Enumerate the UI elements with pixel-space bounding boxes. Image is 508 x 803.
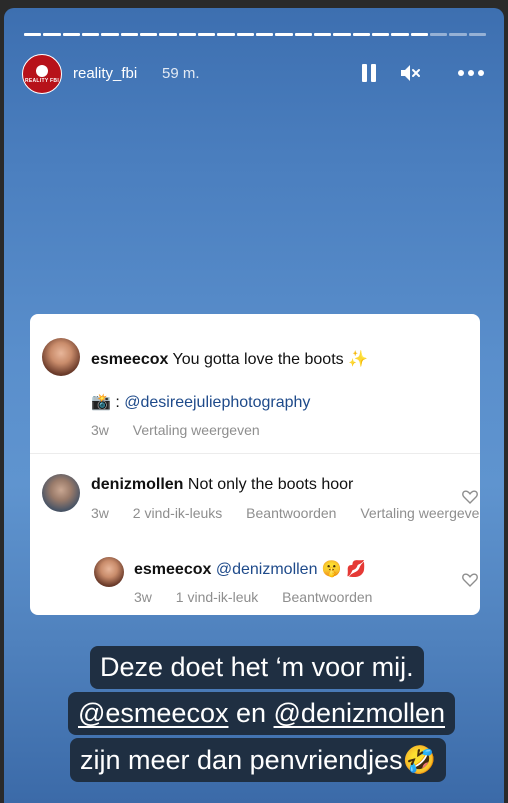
caption-line-3: zijn meer dan penvriendjes🤣: [70, 738, 447, 782]
caption-line-1: Deze doet het ‘m voor mij.: [90, 646, 424, 689]
profile-username[interactable]: reality_fbi: [73, 65, 137, 82]
comments-screenshot-card: esmeecox You gotta love the boots ✨ 📸 : …: [30, 314, 480, 615]
progress-segment: [217, 33, 235, 36]
muted-speaker-icon[interactable]: [400, 64, 422, 82]
progress-segment: [449, 33, 467, 36]
translate-link: Vertaling weergeven: [360, 505, 480, 521]
comment-meta: 3w 2 vind-ik-leuks Beantwoorden Vertalin…: [91, 505, 480, 521]
progress-segment: [24, 33, 42, 36]
progress-segment: [178, 33, 196, 36]
reply-link: Beantwoorden: [282, 589, 373, 605]
reply-line: esmeecox @denizmollen 🤫 💋: [134, 559, 366, 579]
progress-segment: [159, 33, 177, 36]
progress-segment: [468, 33, 486, 36]
progress-segment: [313, 33, 332, 36]
progress-segment: [120, 33, 138, 36]
comment-age: 3w: [134, 589, 152, 605]
comment-age: 3w: [91, 422, 109, 438]
comment-username: denizmollen: [91, 476, 184, 493]
progress-segment: [275, 33, 293, 36]
story-frame: REALITY FBI reality_fbi 59 m. esmeecox Y…: [4, 8, 504, 803]
progress-segment: [352, 33, 370, 36]
caption-text: zijn meer dan penvriendjes🤣: [80, 745, 437, 775]
progress-segment: [294, 33, 312, 36]
progress-segment: [429, 33, 448, 36]
progress-segment: [81, 33, 100, 36]
comment-credit-line: 📸 : @desireejuliephotography: [91, 392, 310, 412]
profile-avatar[interactable]: REALITY FBI: [22, 54, 62, 94]
translate-link: Vertaling weergeven: [132, 422, 260, 438]
progress-segment: [333, 33, 351, 36]
progress-segment: [391, 33, 409, 36]
progress-segment: [197, 33, 216, 36]
photographer-mention: @desireejuliephotography: [124, 394, 311, 411]
comment-text: You gotta love the boots ✨: [172, 351, 369, 368]
like-count: 1 vind-ik-leuk: [175, 589, 259, 605]
caption-line-2: @esmeecox en @denizmollen: [68, 692, 456, 735]
comment-username: esmeecox: [134, 561, 212, 578]
commenter-avatar-esmeecox: [42, 338, 80, 376]
caption-mention-denizmollen[interactable]: @denizmollen: [274, 698, 446, 728]
progress-segment: [410, 33, 428, 36]
avatar-logo-text: REALITY FBI: [24, 77, 60, 84]
heart-icon: [462, 490, 478, 504]
like-count: 2 vind-ik-leuks: [132, 505, 223, 521]
comment-age: 3w: [91, 505, 109, 521]
comment-line: denizmollen Not only the boots hoor: [91, 476, 353, 494]
caption-text: en: [228, 698, 274, 728]
caption-mention-esmeecox[interactable]: @esmeecox: [78, 698, 228, 728]
more-options-icon[interactable]: [458, 64, 486, 82]
pause-icon[interactable]: [362, 64, 376, 82]
post-time: 59 m.: [162, 65, 200, 82]
progress-segment: [101, 33, 119, 36]
comment-divider: [30, 453, 480, 454]
comment-meta: 3w 1 vind-ik-leuk Beantwoorden: [134, 589, 392, 605]
story-header: REALITY FBI reality_fbi 59 m.: [22, 54, 486, 94]
progress-segment: [255, 33, 274, 36]
commenter-avatar-denizmollen: [42, 474, 80, 512]
caption-text: Deze doet het ‘m voor mij.: [100, 652, 414, 682]
comment-username: esmeecox: [91, 351, 169, 368]
commenter-avatar-esmeecox: [94, 557, 124, 587]
comment-line: esmeecox You gotta love the boots ✨: [91, 349, 368, 369]
camera-emoji-prefix: 📸 :: [91, 394, 125, 411]
progress-segment: [62, 33, 80, 36]
reply-emojis: 🤫 💋: [321, 561, 367, 578]
progress-segment: [43, 33, 61, 36]
comment-meta: 3w Vertaling weergeven: [91, 422, 280, 438]
progress-segment: [371, 33, 390, 36]
reply-link: Beantwoorden: [246, 505, 337, 521]
reply-mention: @denizmollen: [215, 561, 318, 578]
comment-text: Not only the boots hoor: [187, 476, 354, 493]
progress-segment: [139, 33, 158, 36]
progress-segment: [236, 33, 254, 36]
story-progress-bar: [24, 33, 486, 36]
logo-figure-icon: [36, 64, 48, 77]
heart-icon: [462, 573, 478, 587]
